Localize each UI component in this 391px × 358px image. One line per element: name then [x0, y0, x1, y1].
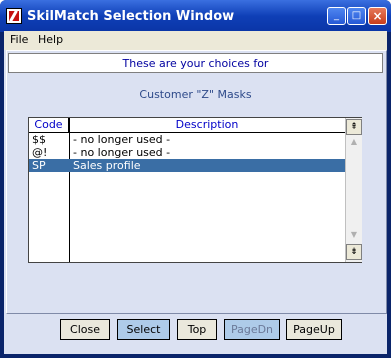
header-box: These are your choices for — [8, 53, 383, 73]
scroll-bottom-button[interactable]: ⇟ — [346, 244, 362, 260]
scroll-top-button[interactable]: ⇞ — [346, 119, 362, 135]
choices-table: Code Description $$ - no longer used - @… — [28, 117, 362, 263]
close-window-button[interactable]: × — [368, 7, 387, 25]
maximize-button[interactable]: □ — [347, 7, 366, 25]
scroll-down-arrow-icon[interactable]: ▼ — [349, 230, 359, 240]
header-text: These are your choices for — [122, 57, 269, 70]
row-code: $$ — [32, 133, 46, 146]
window: SkilMatch Selection Window _ □ × File He… — [0, 0, 391, 358]
menu-file[interactable]: File — [10, 33, 28, 46]
table-row-selected[interactable]: SP Sales profile — [29, 159, 345, 172]
menu-bar: File Help — [4, 31, 387, 50]
window-client-area: File Help These are your choices for Cus… — [4, 31, 387, 354]
row-description: - no longer used - — [73, 133, 171, 146]
scroll-up-arrow-icon[interactable]: ▲ — [349, 137, 359, 147]
pageup-button[interactable]: PageUp — [286, 319, 342, 340]
top-button[interactable]: Top — [177, 319, 217, 340]
vertical-scrollbar[interactable]: ⇞ ▲ ▼ ⇟ — [345, 118, 362, 262]
close-button[interactable]: Close — [60, 319, 110, 340]
table-row[interactable]: @! - no longer used - — [29, 146, 345, 159]
select-button[interactable]: Select — [117, 319, 170, 340]
row-description: Sales profile — [73, 159, 141, 172]
pagedn-button[interactable]: PageDn — [224, 319, 280, 340]
title-bar[interactable]: SkilMatch Selection Window _ □ × — [0, 0, 391, 32]
row-code: SP — [32, 159, 46, 172]
table-row[interactable]: $$ - no longer used - — [29, 133, 345, 146]
minimize-button[interactable]: _ — [327, 7, 346, 25]
table-header: Code Description — [29, 118, 345, 133]
subtitle: Customer "Z" Masks — [139, 88, 252, 101]
column-header-description[interactable]: Description — [69, 118, 345, 132]
app-icon — [6, 8, 22, 24]
window-title: SkilMatch Selection Window — [27, 9, 235, 24]
row-code: @! — [32, 146, 48, 159]
column-header-code[interactable]: Code — [29, 118, 69, 132]
menu-help[interactable]: Help — [38, 33, 63, 46]
row-description: - no longer used - — [73, 146, 171, 159]
